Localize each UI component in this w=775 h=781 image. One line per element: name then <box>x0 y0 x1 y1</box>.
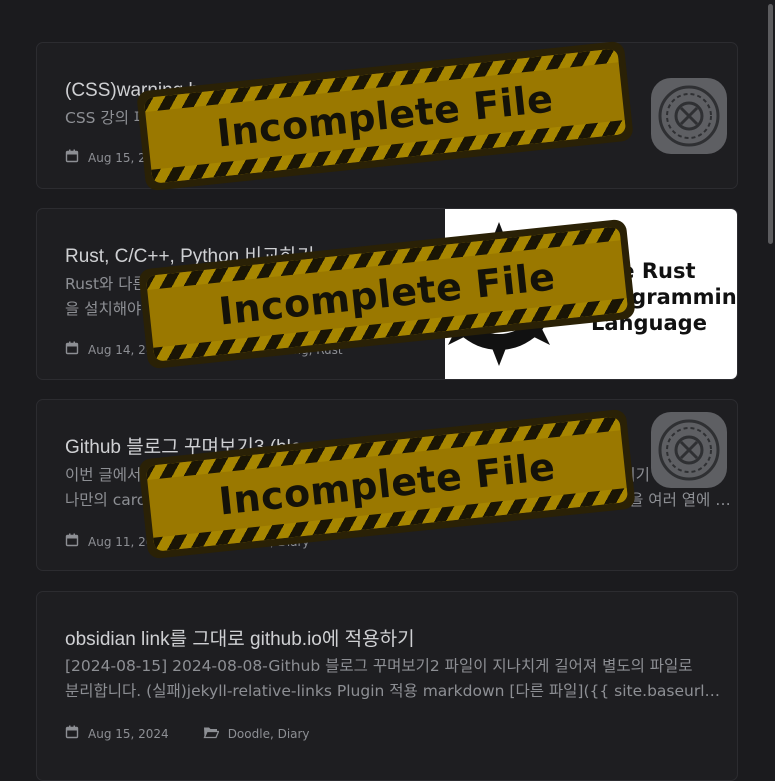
post-title[interactable]: obsidian link를 그대로 github.io에 적용하기 <box>65 624 415 651</box>
post-thumbnail[interactable] <box>641 43 737 188</box>
post-card[interactable]: (CSS)warning banner 만들기 CSS 강의 파일 Aug 15… <box>36 42 738 189</box>
rust-logo-text: Programming <box>591 285 737 309</box>
post-description: Rust와 다른 언어를 비교하기 위해서는 디버그툴 을 설치해야 한다. 비… <box>65 272 397 322</box>
post-description-line: Rust와 다른 언어를 비교하기 위해서는 디버그툴 <box>65 275 381 293</box>
post-thumbnail[interactable]: The Rust Programming Language <box>445 209 737 379</box>
calendar-icon <box>65 533 79 550</box>
post-meta: Aug 15, 2024 Programming, css <box>65 149 335 166</box>
post-thumbnail[interactable] <box>641 400 737 570</box>
post-title[interactable]: Rust, C/C++, Python 비교하기 <box>65 241 314 268</box>
post-meta: Aug 14, 2024 Programming, Rust <box>65 341 343 358</box>
rust-logo-text: Language <box>591 311 707 335</box>
folder-open-icon <box>203 150 220 166</box>
calendar-icon <box>65 149 79 166</box>
folder-open-icon <box>203 726 220 742</box>
post-description-line: 나만의 carousel 만들기 mermaid 다이어그램 중앙 정렬 사이드… <box>65 491 731 509</box>
post-description: 이번 글에서는 다음 내용들을 다뤄보려고 한다. layout에 html 파… <box>65 463 731 513</box>
post-date: Aug 15, 2024 <box>88 726 169 741</box>
settings-gear-badge-icon <box>651 77 727 154</box>
rust-logo-text: The Rust <box>591 259 696 283</box>
post-description-line: 을 설치해야 한다. 비교를 위해 C/C++, Python... <box>65 300 397 318</box>
scrollbar-thumb[interactable] <box>768 4 773 244</box>
post-description: [2024-08-15] 2024-08-08-Github 블로그 꾸며보기2… <box>65 654 720 704</box>
folder-open-icon <box>203 342 220 358</box>
post-categories[interactable]: Doodle, Diary <box>228 727 310 741</box>
scrollbar-track[interactable] <box>766 0 775 760</box>
post-date: Aug 14, 2024 <box>88 342 169 357</box>
rust-logo: The Rust Programming Language <box>445 222 737 366</box>
post-categories[interactable]: Doodle, Diary <box>228 535 310 549</box>
post-meta: Aug 11, 2024 Doodle, Diary <box>65 533 310 550</box>
post-title[interactable]: (CSS)warning banner 만들기 <box>65 75 305 102</box>
post-description-line: [2024-08-15] 2024-08-08-Github 블로그 꾸며보기2… <box>65 657 693 675</box>
post-card[interactable]: Github 블로그 꾸며보기3 (blog component) 이번 글에서… <box>36 399 738 571</box>
post-description-line: 분리합니다. (실패)jekyll-relative-links Plugin … <box>65 682 721 700</box>
post-description-line: CSS 강의 파일 <box>65 109 163 127</box>
calendar-icon <box>65 341 79 358</box>
post-card[interactable]: Rust, C/C++, Python 비교하기 Rust와 다른 언어를 비교… <box>36 208 738 380</box>
post-categories[interactable]: Programming, css <box>228 151 336 165</box>
post-card[interactable]: obsidian link를 그대로 github.io에 적용하기 [2024… <box>36 591 738 781</box>
settings-gear-badge-icon <box>651 412 727 488</box>
post-date: Aug 15, 2024 <box>88 150 169 165</box>
post-categories[interactable]: Programming, Rust <box>228 343 343 357</box>
calendar-icon <box>65 725 79 742</box>
folder-open-icon <box>203 534 220 550</box>
post-date: Aug 11, 2024 <box>88 534 169 549</box>
post-description-line: 이번 글에서는 다음 내용들을 다뤄보려고 한다. layout에 html 파… <box>65 466 650 484</box>
post-description: CSS 강의 파일 <box>65 106 162 131</box>
post-meta: Aug 15, 2024 Doodle, Diary <box>65 725 310 742</box>
post-title[interactable]: Github 블로그 꾸며보기3 (blog component) <box>65 432 418 459</box>
